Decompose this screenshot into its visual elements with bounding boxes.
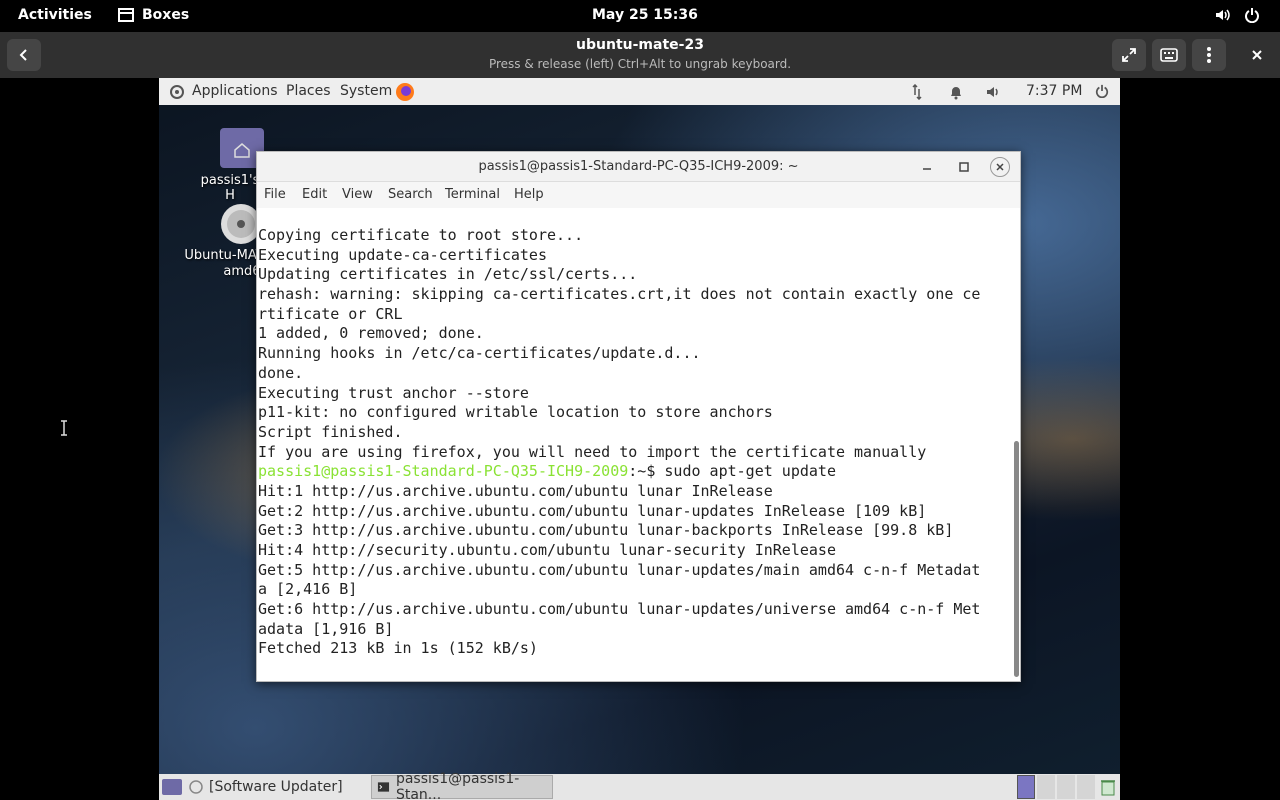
output-line: Get:3 http://us.archive.ubuntu.com/ubunt… [258,521,954,540]
output-line: Get:5 http://us.archive.ubuntu.com/ubunt… [258,560,981,579]
terminal-menubar: File Edit View Search Terminal Help [257,182,1020,208]
output-line: rtificate or CRL [258,304,403,323]
terminal-title: passis1@passis1-Standard-PC-Q35-ICH9-200… [478,159,799,174]
output-line: done. [258,363,304,382]
menu-search[interactable]: Search [388,187,433,202]
volume-icon [1216,9,1230,21]
output-line: Executing update-ca-certificates [258,245,547,264]
taskbar-item-terminal[interactable]: passis1@passis1-Stan... [371,771,553,800]
terminal-output[interactable]: Copying certificate to root store... Exe… [257,208,1012,681]
output-line: Fetched 213 kB in 1s (152 kB/s) [258,639,538,658]
shell-command: :~$ sudo apt-get update [628,462,836,481]
boxes-app-icon [118,8,134,22]
output-line: Get:2 http://us.archive.ubuntu.com/ubunt… [258,501,927,520]
vm-title: ubuntu-mate-23 [576,37,704,53]
mate-clock[interactable]: 7:37 PM [1026,83,1082,99]
updater-icon [189,780,203,794]
app-menu[interactable]: Boxes [118,7,189,23]
app-name: Boxes [142,7,190,23]
workspace-3[interactable] [1057,775,1075,799]
workspace-1[interactable] [1017,775,1035,799]
clock[interactable]: May 25 15:36 [592,7,698,23]
maximize-button[interactable] [954,157,974,177]
maximize-icon [959,162,969,172]
power-icon [1245,8,1259,23]
taskbar-item-label: passis1@passis1-Stan... [395,771,520,800]
close-button[interactable] [1240,39,1274,71]
menu-view[interactable]: View [342,187,373,202]
menu-help[interactable]: Help [514,187,544,202]
output-line: Hit:4 http://security.ubuntu.com/ubuntu … [258,541,836,559]
trash-icon[interactable] [1100,778,1116,796]
menu-button[interactable] [1192,39,1226,71]
system-menu[interactable]: System [340,83,392,99]
output-line: adata [1,916 B] [258,619,394,638]
mate-top-panel: Applications Places System 7:37 PM [159,78,1120,105]
output-line: p11-kit: no configured writable location… [258,403,773,422]
terminal-titlebar[interactable]: passis1@passis1-Standard-PC-Q35-ICH9-200… [257,152,1020,182]
system-tray[interactable] [1214,7,1260,23]
show-desktop-button[interactable] [162,779,182,795]
home-icon [234,143,250,158]
output-line: If you are using firefox, you will need … [258,442,927,461]
menu-file[interactable]: File [264,187,286,202]
minimize-button[interactable] [917,157,937,177]
mate-bottom-panel: [Software Updater] passis1@passis1-Stan.… [159,771,1120,800]
output-line: Executing trust anchor --store [258,383,529,402]
close-icon [996,163,1004,171]
volume-icon[interactable] [985,84,1001,100]
mate-logo-icon [170,85,184,99]
workspace-4[interactable] [1077,775,1095,799]
output-line: Updating certificates in /etc/ssl/certs.… [258,265,638,284]
taskbar-item-updater[interactable]: [Software Updater] [189,776,369,798]
output-line: Hit:1 http://us.archive.ubuntu.com/ubunt… [258,481,773,500]
keyboard-icon [1160,48,1178,62]
fullscreen-button[interactable] [1112,39,1146,71]
fullscreen-icon [1122,48,1136,62]
activities-button[interactable]: Activities [18,7,92,23]
places-menu[interactable]: Places [286,83,331,99]
firefox-icon[interactable] [395,82,415,102]
vm-display[interactable]: Applications Places System 7:37 PM passi… [159,78,1120,800]
shell-prompt: passis1@passis1-Standard-PC-Q35-ICH9-200… [258,462,629,481]
boxes-header-bar: ubuntu-mate-23 Press & release (left) Ct… [0,32,1280,78]
gnome-top-bar: Activities Boxes May 25 15:36 [0,0,1280,32]
power-icon[interactable] [1095,84,1109,98]
terminal-icon [377,782,390,792]
output-line: rehash: warning: skipping ca-certificate… [258,285,981,304]
terminal-window[interactable]: passis1@passis1-Standard-PC-Q35-ICH9-200… [256,151,1021,682]
menu-edit[interactable]: Edit [302,187,327,202]
menu-terminal[interactable]: Terminal [445,187,500,202]
home-folder-label: passis1's H [200,173,260,203]
output-line: Copying certificate to root store... [258,226,584,244]
output-line: Get:6 http://us.archive.ubuntu.com/ubunt… [258,600,981,619]
minimize-icon [923,168,931,170]
bell-icon[interactable] [949,84,963,100]
output-line: Running hooks in /etc/ca-certificates/up… [258,344,701,363]
applications-menu[interactable]: Applications [192,83,278,99]
network-icon[interactable] [911,84,923,100]
text-cursor-icon [61,420,67,436]
kebab-menu-icon [1207,47,1211,63]
output-line: a [2,416 B] [258,580,358,599]
output-line: Script finished. [258,422,403,441]
terminal-scrollbar[interactable] [1014,441,1019,677]
command-line: passis1@passis1-Standard-PC-Q35-ICH9-200… [257,462,1012,482]
ungrab-hint: Press & release (left) Ctrl+Alt to ungra… [488,57,792,71]
workspace-2[interactable] [1037,775,1055,799]
close-icon [1252,50,1262,60]
close-window-button[interactable] [990,157,1010,177]
taskbar-item-label: [Software Updater] [209,779,343,795]
keyboard-button[interactable] [1152,39,1186,71]
output-line: 1 added, 0 removed; done. [258,324,484,343]
